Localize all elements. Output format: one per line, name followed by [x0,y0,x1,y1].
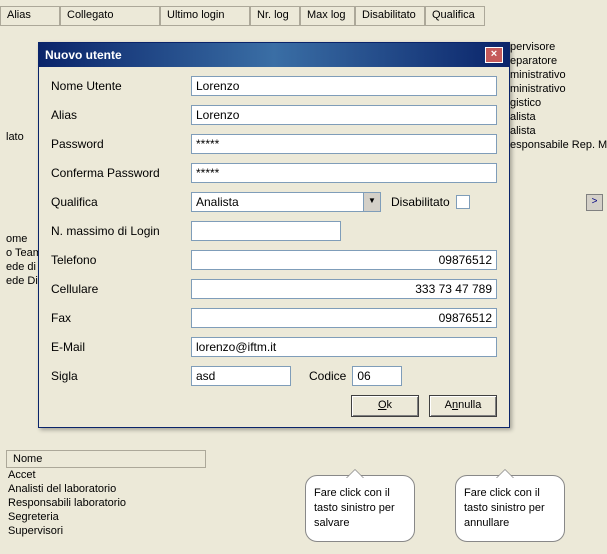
label-codice: Codice [309,369,346,383]
label-maxlogin: N. massimo di Login [51,224,191,238]
list-item: gistico [508,96,603,110]
label-email: E-Mail [51,340,191,354]
conferma-password-input[interactable] [191,163,497,183]
alias-input[interactable] [191,105,497,125]
close-icon[interactable]: × [485,47,503,63]
label-qualifica: Qualifica [51,195,191,209]
sigla-input[interactable] [191,366,291,386]
label-cellulare: Cellulare [51,282,191,296]
maxlogin-input[interactable] [191,221,341,241]
bg-header[interactable]: Ultimo login [160,6,250,26]
label-fax: Fax [51,311,191,325]
list-item: esponsabile Rep. M [508,138,603,152]
bg-header[interactable]: Collegato [60,6,160,26]
nome-input[interactable] [191,76,497,96]
dialog-titlebar[interactable]: Nuovo utente × [39,43,509,67]
list-item: ministrativo [508,82,603,96]
ok-button[interactable]: Ok [351,395,419,417]
list-item[interactable]: Responsabili laboratorio [6,496,206,510]
label-nome: Nome Utente [51,79,191,93]
list-item: alista [508,110,603,124]
bg-header[interactable]: Alias [0,6,60,26]
label-password: Password [51,137,191,151]
list-item: pervisore [508,40,603,54]
label-alias: Alias [51,108,191,122]
bg-header[interactable]: Max log [300,6,355,26]
bg-header[interactable]: Nr. log [250,6,300,26]
chevron-down-icon[interactable]: ▼ [364,192,381,212]
tooltip-cancel: Fare click con il tasto sinistro per ann… [455,475,565,542]
cellulare-input[interactable] [191,279,497,299]
email-input[interactable] [191,337,497,357]
bg-header[interactable]: Qualifica [425,6,485,26]
list-item: alista [508,124,603,138]
list-item[interactable]: Supervisori [6,524,206,538]
list-item[interactable]: Accet [6,468,206,482]
codice-input[interactable] [352,366,402,386]
list-item: ministrativo [508,68,603,82]
fax-input[interactable] [191,308,497,328]
label-conferma: Conferma Password [51,166,191,180]
telefono-input[interactable] [191,250,497,270]
tooltip-save: Fare click con il tasto sinistro per sal… [305,475,415,542]
dialog-body: Nome Utente Alias Password Conferma Pass… [39,67,509,427]
label-telefono: Telefono [51,253,191,267]
list-item: eparatore [508,54,603,68]
bg-bottom-header[interactable]: Nome [6,450,206,468]
disabilitato-checkbox[interactable] [456,195,470,209]
dialog-title: Nuovo utente [45,48,122,62]
list-item[interactable]: Segreteria [6,510,206,524]
label-disabilitato: Disabilitato [391,195,450,209]
cancel-button[interactable]: Annulla [429,395,497,417]
qualifica-select[interactable] [191,192,364,212]
list-item[interactable]: Analisti del laboratorio [6,482,206,496]
scroll-right-button[interactable]: > [586,194,603,211]
new-user-dialog: Nuovo utente × Nome Utente Alias Passwor… [38,42,510,428]
label-sigla: Sigla [51,369,191,383]
bg-right-list: pervisore eparatore ministrativo ministr… [508,40,603,152]
bg-header[interactable]: Disabilitato [355,6,425,26]
bg-table-headers: Alias Collegato Ultimo login Nr. log Max… [0,6,485,26]
bg-bottom-list: Nome Accet Analisti del laboratorio Resp… [6,450,206,538]
password-input[interactable] [191,134,497,154]
